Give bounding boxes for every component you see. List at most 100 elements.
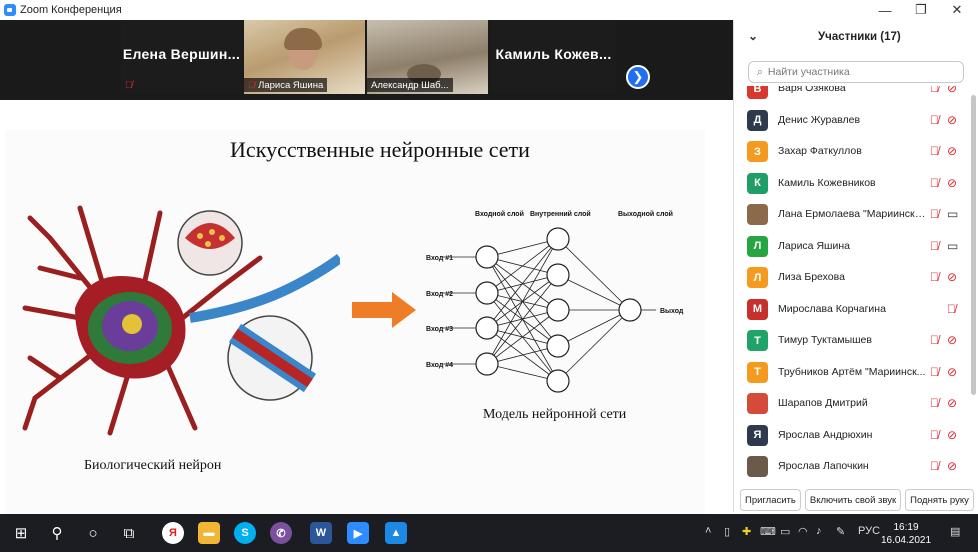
notes-icon[interactable]: ▯	[724, 525, 730, 538]
participant-name: Денис Журавлев	[778, 113, 861, 126]
input-neuron	[475, 352, 499, 376]
neural-network-diagram: Входной слой Внутренний слой Выходной сл…	[426, 210, 684, 393]
clock-date: 16.04.2021	[880, 535, 932, 546]
windows-start-icon[interactable]: ⊞	[10, 522, 32, 544]
mic-muted-icon: 🎙̸	[930, 333, 939, 347]
pen-icon[interactable]: ✎	[836, 525, 845, 538]
panel-title: Участники (17)	[818, 31, 901, 43]
mic-muted-icon: 🎙̸	[930, 175, 939, 190]
panel-header: ⌄ Участники (17)	[734, 28, 978, 48]
video-tile-1[interactable]: Елена Вершин... 🎙̸	[121, 20, 242, 94]
notifications-icon[interactable]: ▤	[950, 525, 960, 538]
orange-arrow-icon	[352, 292, 416, 328]
video-tile-3[interactable]: Александр Шаб...	[367, 20, 488, 94]
video-label: Александр Шаб...	[367, 78, 453, 92]
participant-row[interactable]: Я Ярослав Андрюхин 🎙̸ ⊘	[734, 420, 966, 451]
language-indicator[interactable]: РУС	[858, 525, 880, 537]
video-tile-2[interactable]: 🎙̸ Лариса Яшина	[244, 20, 365, 94]
windows-taskbar: ⊞ ⚲ ○ ⧉ Я ▬ S ✆ W ▶ ▲ ˄ ▯ ✚ ⌨ ▭ ◠ ♪ ✎ РУ…	[0, 514, 978, 552]
avatar: М	[747, 298, 768, 320]
participant-name: Тимур Туктамышев	[778, 334, 872, 346]
hair-shape	[284, 28, 322, 50]
camera-off-icon: ⊘	[947, 144, 958, 158]
participant-row[interactable]: Т Трубников Артём "Мариинск... 🎙̸ ⊘	[734, 357, 966, 388]
participant-name: Камиль Кожев...	[495, 46, 612, 62]
participant-name: Варя Озякова	[778, 86, 846, 94]
skype-icon[interactable]: S	[234, 522, 256, 544]
close-button[interactable]: ✕	[942, 0, 972, 20]
volume-icon[interactable]: ♪	[816, 525, 822, 537]
word-icon[interactable]: W	[310, 522, 332, 544]
avatar: Л	[747, 267, 768, 288]
avatar: Т	[747, 330, 768, 351]
mic-muted-icon: 🎙̸	[930, 364, 939, 379]
participant-row[interactable]: Л Лариса Яшина 🎙̸ ▭	[734, 231, 966, 262]
participant-row[interactable]: Шарапов Дмитрий 🎙̸ ⊘	[734, 388, 966, 419]
camera-off-icon: ⊘	[947, 86, 958, 95]
maximize-button[interactable]: ❐	[906, 0, 936, 20]
participant-row[interactable]: М Мирослава Корчагина 🎙̸	[734, 294, 966, 325]
avatar: К	[747, 172, 768, 194]
avatar	[747, 456, 768, 477]
participants-list[interactable]: В Варя Озякова 🎙̸ ⊘ Д Денис Журавлев 🎙̸ ⊘ З Захар…	[734, 86, 978, 481]
photos-icon[interactable]: ▲	[385, 522, 407, 544]
camera-on-icon: ▭	[947, 207, 959, 221]
participant-row[interactable]: Л Лиза Брехова 🎙̸ ⊘	[734, 262, 966, 293]
next-videos-button[interactable]: ❯	[626, 65, 650, 89]
raise-hand-button[interactable]: Поднять руку	[905, 489, 974, 511]
security-icon[interactable]: ✚	[742, 525, 751, 538]
participant-row[interactable]: Т Тимур Туктамышев 🎙̸ ⊘	[734, 325, 966, 356]
participant-row[interactable]: В Варя Озякова 🎙̸ ⊘	[734, 86, 966, 104]
participants-scrollbar[interactable]	[971, 95, 976, 395]
nn-input-label: Вход #2	[426, 291, 453, 298]
task-view-icon[interactable]: ⧉	[118, 522, 140, 544]
show-hidden-icons-icon[interactable]: ˄	[705, 525, 711, 537]
mic-muted-icon: 🎙̸	[930, 144, 939, 158]
file-explorer-icon[interactable]: ▬	[198, 522, 220, 544]
participant-row[interactable]: Ярослав Лапочкин 🎙̸ ⊘	[734, 451, 966, 481]
camera-off-icon: ⊘	[947, 112, 958, 127]
camera-off-icon: ⊘	[947, 175, 958, 190]
mic-muted-icon: 🎙̸	[930, 459, 939, 473]
avatar: Т	[747, 361, 768, 383]
taskbar-clock[interactable]: 16:19 16.04.2021	[878, 521, 934, 547]
video-tile-4[interactable]: Камиль Кожев...	[491, 20, 616, 94]
participant-name: Мирослава Корчагина	[778, 302, 886, 315]
yandex-browser-icon[interactable]: Я	[162, 522, 184, 544]
participant-name: Ярослав Лапочкин	[778, 460, 869, 472]
panel-footer: Пригласить Включить свой звук Поднять ру…	[734, 489, 978, 511]
search-input[interactable]: ⌕ Найти участника	[748, 61, 964, 83]
mic-muted-icon: 🎙̸	[930, 207, 939, 221]
bio-neuron-caption: Биологический нейрон	[84, 458, 222, 473]
window-title: Zoom Конференция	[20, 4, 122, 16]
participant-row[interactable]: З Захар Фаткуллов 🎙̸ ⊘	[734, 136, 966, 167]
camera-off-icon: ⊘	[947, 427, 958, 442]
participant-row[interactable]: Д Денис Журавлев 🎙̸ ⊘	[734, 105, 966, 136]
cortana-icon[interactable]: ○	[82, 522, 104, 544]
camera-off-icon: ⊘	[947, 364, 958, 379]
avatar: З	[747, 141, 768, 162]
participant-row[interactable]: Лана Ермолаева "Мариинская... 🎙̸ ▭	[734, 199, 966, 230]
invite-button[interactable]: Пригласить	[740, 489, 801, 511]
participant-name: Лиза Брехова	[778, 271, 845, 283]
participant-row[interactable]: К Камиль Кожевников 🎙̸ ⊘	[734, 168, 966, 199]
unmute-button[interactable]: Включить свой звук	[804, 489, 902, 511]
nn-input-label: Вход #1	[426, 255, 453, 262]
mic-muted-icon: 🎙̸	[125, 80, 133, 91]
hidden-neuron	[546, 369, 570, 393]
zoom-icon[interactable]: ▶	[347, 522, 369, 544]
wifi-icon[interactable]: ◠	[798, 525, 808, 538]
camera-off-icon: ⊘	[947, 270, 958, 284]
mic-muted-icon: 🎙̸	[930, 396, 939, 410]
minimize-button[interactable]: —	[870, 0, 900, 20]
search-icon[interactable]: ⚲	[46, 522, 68, 544]
keyboard-icon[interactable]: ⌨	[760, 525, 776, 538]
slide-title: Искусственные нейронные сети	[230, 137, 530, 162]
nn-input-label: Вход #3	[426, 326, 453, 333]
chevron-down-icon[interactable]: ⌄	[748, 29, 758, 43]
battery-icon[interactable]: ▭	[780, 525, 790, 538]
input-neuron	[475, 316, 499, 340]
viber-icon[interactable]: ✆	[270, 522, 292, 544]
search-icon: ⌕	[757, 65, 763, 78]
zoom-logo-icon	[4, 4, 16, 16]
